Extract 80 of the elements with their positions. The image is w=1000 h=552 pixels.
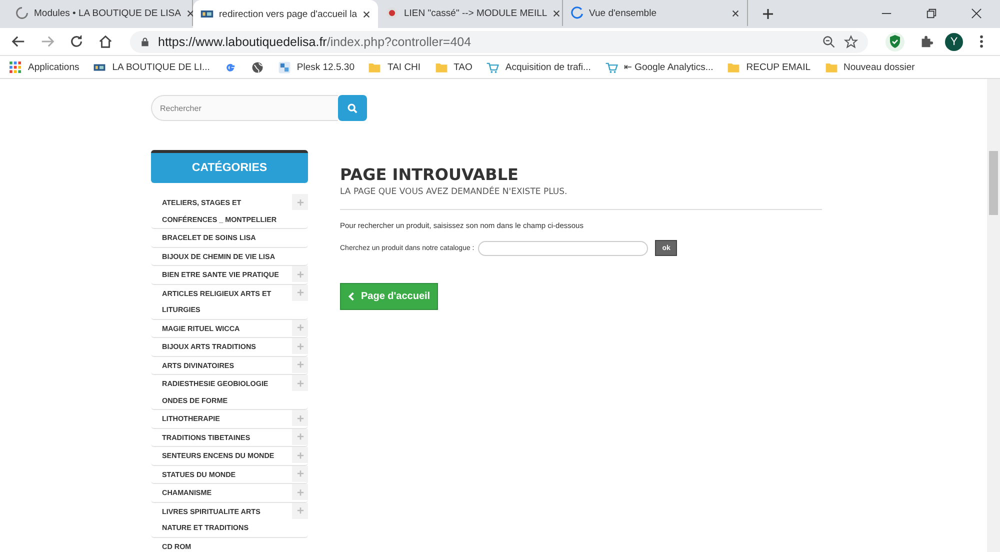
browser-tab[interactable]: LIEN "cassé" --> MODULE MEILL [378, 0, 563, 26]
folder-icon [727, 60, 740, 74]
url-text: https://www.laboutiquedelisa.fr/index.php?controller=404 [158, 34, 472, 48]
close-icon[interactable] [971, 8, 982, 19]
shield-extension-icon[interactable] [885, 32, 905, 52]
folder-icon [824, 60, 838, 74]
plesk-logo-icon [278, 60, 291, 74]
lock-icon [140, 36, 150, 46]
plus-icon [296, 361, 304, 368]
browser-tab[interactable]: Vue d'ensemble [563, 0, 748, 26]
plus-icon [296, 324, 304, 331]
bookmark-item[interactable]: ⇤ Google Analytics... [604, 60, 714, 74]
back-arrow-icon[interactable] [11, 34, 26, 49]
search-button[interactable] [338, 95, 367, 121]
round-logo-icon [385, 6, 399, 20]
cart-icon [486, 60, 500, 74]
chevron-left-icon [348, 292, 355, 301]
tab-title: redirection vers page d'accueil la [219, 8, 358, 20]
close-icon[interactable] [362, 10, 372, 18]
home-icon[interactable] [98, 34, 113, 49]
bookmark-item[interactable]: Applications [9, 60, 80, 74]
new-tab-plus-icon[interactable] [762, 8, 774, 20]
bookmark-item[interactable]: TAI CHI [368, 60, 421, 74]
tab-title: Modules • LA BOUTIQUE DE LISA [34, 8, 181, 18]
tab-title: LIEN "cassé" --> MODULE MEILL [404, 8, 548, 18]
plus-icon [296, 470, 304, 477]
page-heading: PAGE INTROUVABLE [340, 165, 520, 184]
folder-icon [368, 60, 382, 74]
plus-icon [296, 380, 304, 386]
bookmark-item[interactable]: Nouveau dossier [824, 60, 915, 74]
plus-icon [296, 414, 304, 422]
apps-grid-icon [9, 60, 22, 74]
bookmark-label: LA BOUTIQUE DE LI... [112, 62, 210, 72]
plus-icon [296, 452, 304, 458]
categories-header: CATÉGORIES [151, 150, 308, 183]
star-icon[interactable] [844, 34, 858, 48]
search-field[interactable]: Rechercher [151, 95, 338, 121]
close-icon[interactable] [731, 8, 740, 18]
profile-avatar[interactable]: Y [945, 32, 963, 50]
bookmark-label: RECUP EMAIL [746, 62, 810, 72]
restore-icon[interactable] [926, 8, 937, 19]
scrollbar-thumb[interactable] [989, 151, 998, 215]
zoom-magnifier-icon[interactable] [822, 34, 836, 48]
bookmark-label: TAI CHI [387, 62, 421, 72]
globe-icon [250, 60, 264, 74]
cart-icon [604, 60, 618, 74]
bookmark-label: ⇤ Google Analytics... [624, 61, 714, 73]
scrollbar[interactable] [987, 79, 1000, 552]
address-bar[interactable]: https://www.laboutiquedelisa.fr/index.php?controller=404 [130, 30, 868, 52]
close-icon[interactable] [186, 8, 195, 18]
bookmark-item[interactable]: Plesk 12.5.30 [278, 60, 354, 74]
folder-icon [434, 60, 448, 74]
plus-icon [296, 289, 304, 296]
bookmark-label: TAO [454, 62, 472, 72]
bookmark-label: Acquisition de trafi... [505, 62, 591, 72]
plus-icon [296, 342, 304, 350]
close-icon[interactable] [552, 8, 562, 18]
loading-arc-icon [570, 6, 584, 20]
loading-spinner-icon [15, 6, 29, 20]
puzzle-piece-icon[interactable] [919, 34, 934, 49]
plus-icon [296, 270, 304, 278]
bookmark-item[interactable] [250, 60, 264, 74]
product-search-field[interactable] [478, 240, 648, 256]
bookmark-label: Nouveau dossier [844, 62, 915, 72]
bookmark-item[interactable]: RECUP EMAIL [727, 60, 810, 74]
bookmark-item[interactable]: TAO [434, 60, 472, 74]
plus-icon [296, 433, 304, 440]
bookmark-label: Plesk 12.5.30 [296, 62, 354, 72]
bookmark-label: Applications [28, 62, 80, 72]
plus-icon [296, 507, 304, 514]
plus-icon [296, 488, 304, 496]
plus-icon [296, 198, 304, 206]
bookmark-item[interactable]: LA BOUTIQUE DE LI... [93, 60, 210, 74]
page-subheading: LA PAGE QUE VOUS AVEZ DEMANDÉE N'EXISTE PLUS. [340, 187, 568, 197]
forward-arrow-icon[interactable] [40, 34, 55, 49]
bookmark-item[interactable]: Acquisition de trafi... [486, 60, 591, 74]
browser-tab[interactable]: redirection vers page d'accueil la [193, 0, 378, 28]
search-icon [347, 102, 358, 114]
reload-icon[interactable] [69, 34, 84, 49]
tab-title: Vue d'ensemble [589, 8, 658, 18]
